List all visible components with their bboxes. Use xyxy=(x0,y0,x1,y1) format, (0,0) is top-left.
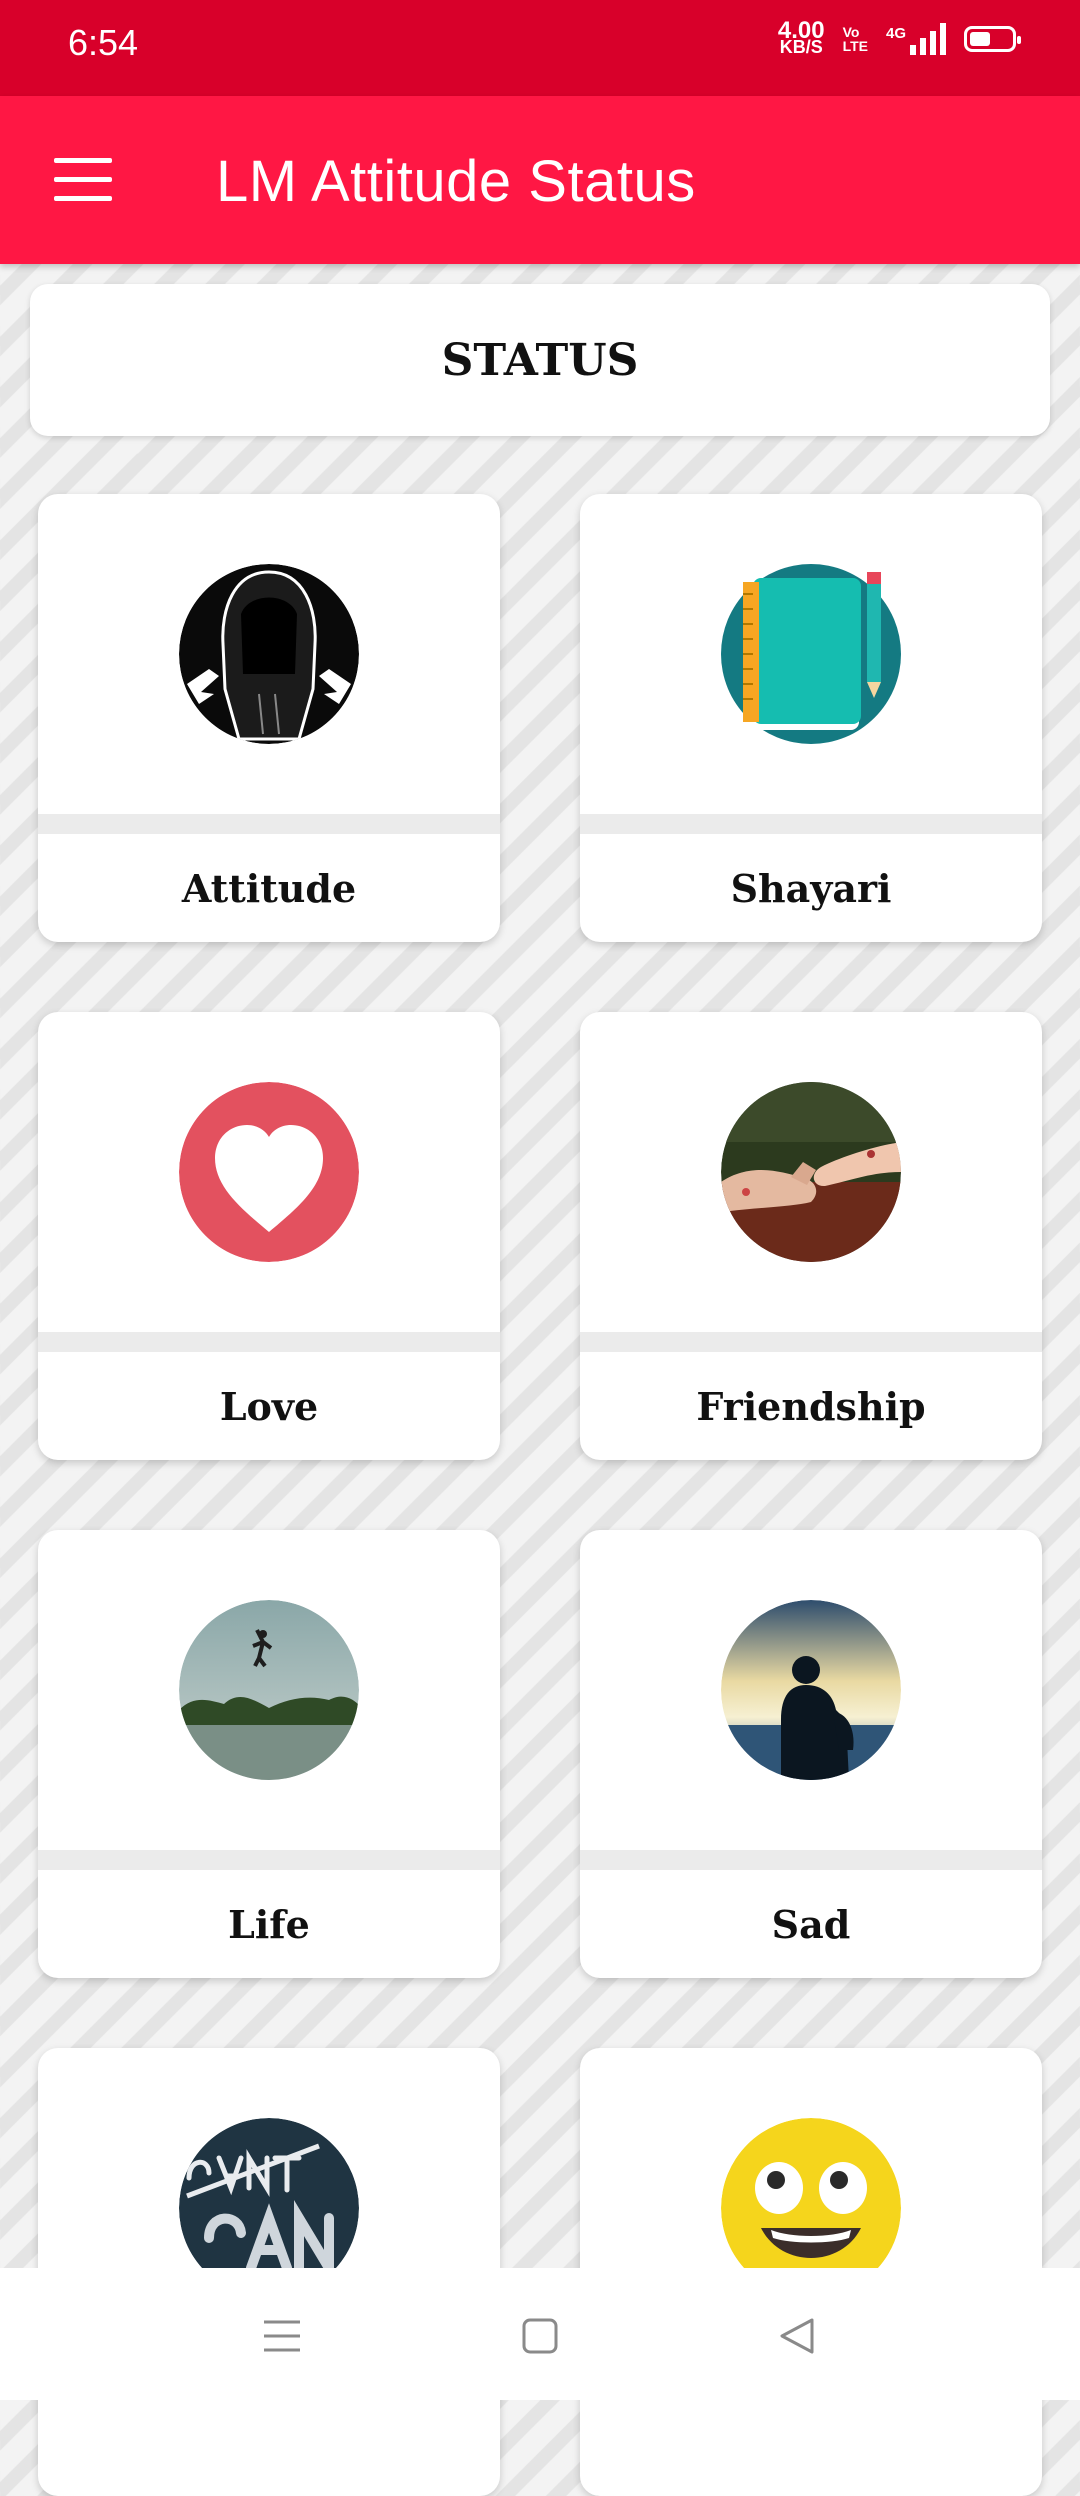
section-title: STATUS xyxy=(441,334,639,386)
back-icon[interactable] xyxy=(770,2308,826,2364)
category-label: Life xyxy=(228,1901,310,1947)
cellular-signal: 4G xyxy=(886,23,946,55)
status-bar: 6:54 4.00 KB/S Vo LTE 4G xyxy=(0,0,1080,96)
sad-silhouette-photo xyxy=(721,1600,901,1780)
category-label: Shayari xyxy=(730,865,892,911)
system-navigation-bar xyxy=(0,2268,1080,2400)
signal-bars-icon xyxy=(910,23,946,55)
volte-top: Vo xyxy=(842,24,860,40)
app-bar: LM Attitude Status xyxy=(0,96,1080,264)
pinky-promise-photo xyxy=(721,1082,901,1262)
status-icons: 4.00 KB/S Vo LTE 4G xyxy=(778,19,1021,57)
category-card-life[interactable]: Life xyxy=(38,1530,500,1978)
category-card-attitude[interactable]: Attitude xyxy=(38,494,500,942)
category-label: Friendship xyxy=(696,1383,926,1429)
network-speed-unit: KB/S xyxy=(779,37,823,57)
heart-icon xyxy=(179,1082,359,1262)
category-card-shayari[interactable]: Shayari xyxy=(580,494,1042,942)
network-speed: 4.00 KB/S xyxy=(778,19,825,57)
menu-button[interactable] xyxy=(54,158,112,202)
category-label: Attitude xyxy=(181,865,357,911)
category-card-love[interactable]: Love xyxy=(38,1012,500,1460)
home-icon[interactable] xyxy=(512,2308,568,2364)
category-card-sad[interactable]: Sad xyxy=(580,1530,1042,1978)
status-time: 6:54 xyxy=(68,22,139,63)
volte-bottom: LTE xyxy=(842,38,868,54)
battery-icon xyxy=(964,26,1021,52)
category-label: Sad xyxy=(771,1901,851,1947)
recent-apps-icon[interactable] xyxy=(254,2308,310,2364)
hooded-figure-icon xyxy=(179,564,359,744)
category-card-friendship[interactable]: Friendship xyxy=(580,1012,1042,1460)
section-header-card: STATUS xyxy=(30,284,1050,436)
app-title: LM Attitude Status xyxy=(216,149,696,214)
network-type: 4G xyxy=(885,25,906,42)
lake-jump-photo xyxy=(179,1600,359,1780)
volte-icon: Vo LTE xyxy=(843,25,868,53)
category-label: Love xyxy=(219,1383,319,1429)
notebook-pencil-icon xyxy=(721,564,901,744)
